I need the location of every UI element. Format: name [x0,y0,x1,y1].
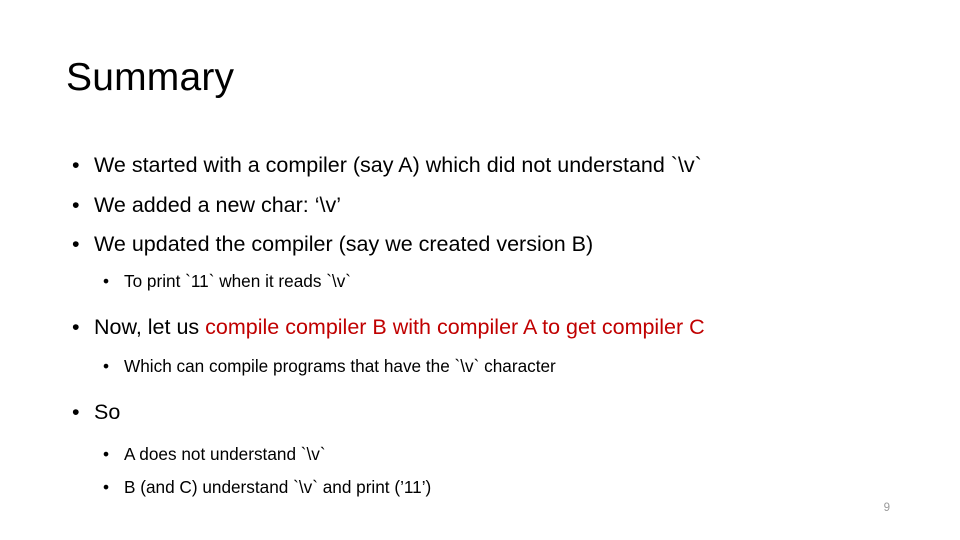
bullet-marker-icon: • [72,153,80,177]
sub-list-item: • To print `11` when it reads `\v` [66,265,906,298]
bullet-marker-icon: • [103,476,110,497]
sub-list-item: • Which can compile programs that have t… [66,350,906,383]
bullet-marker-icon: • [103,356,110,376]
sub-list-item-label: Which can compile programs that have the… [124,356,556,376]
bullet-marker-icon: • [72,192,80,217]
slide: Summary • We started with a compiler (sa… [0,0,960,540]
page-number: 9 [883,502,890,514]
list-item-label: We added a new char: ‘\v’ [94,192,341,217]
page-title: Summary [66,56,235,99]
list-item: • We updated the compiler (say we create… [66,225,906,265]
sub-list-item-label: A does not understand `\v` [124,443,326,464]
bullet-marker-icon: • [103,270,110,291]
sub-list-item-label: To print `11` when it reads `\v` [124,270,352,291]
sub-list-item: • B (and C) understand `\v` and print (’… [66,471,906,504]
bullet-marker-icon: • [72,314,80,339]
list-item: • We started with a compiler (say A) whi… [66,146,906,186]
list-item-label: We updated the compiler (say we created … [94,232,594,256]
list-item-accent-label: compile compiler B with compiler A to ge… [205,314,705,339]
bullet-marker-icon: • [72,232,80,256]
list-item: • So [66,393,906,433]
list-item-label: Now, let us [94,314,206,339]
sub-list-item: • A does not understand `\v` [66,438,906,471]
list-item-label: So [94,400,121,424]
list-item-highlighted: • Now, let us compile compiler B with co… [66,308,906,348]
sub-list-item-label: B (and C) understand `\v` and print (’11… [124,476,432,497]
bullet-list: • We started with a compiler (say A) whi… [66,146,906,504]
list-item-label: We started with a compiler (say A) which… [94,153,702,177]
list-item: • We added a new char: ‘\v’ [66,186,906,226]
bullet-marker-icon: • [103,443,110,464]
bullet-marker-icon: • [72,400,80,424]
